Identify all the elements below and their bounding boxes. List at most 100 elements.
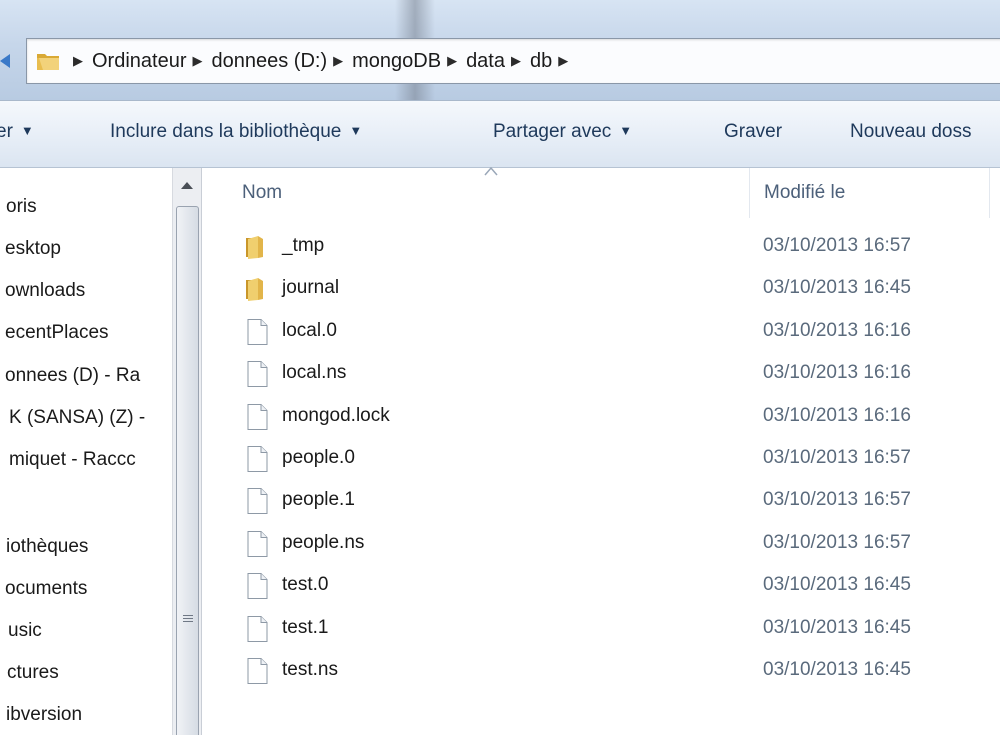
nav-item-label: K (SANSA) (Z) - [9,407,146,428]
file-row[interactable]: test.0 03/10/2013 16:45 [202,565,1000,607]
chevron-right-icon[interactable]: ▶ [333,55,343,68]
nav-item-miquet-shortcut[interactable]: miquet - Raccc [0,443,172,479]
file-modified-date: 03/10/2013 16:45 [763,616,911,638]
file-row[interactable]: test.ns 03/10/2013 16:45 [202,650,1000,692]
organize-label: er [0,121,13,142]
file-modified-date: 03/10/2013 16:57 [763,235,911,256]
dropdown-caret-icon: ▼ [619,123,633,138]
nav-item-desktop[interactable]: esktop [0,232,172,268]
nav-item-label: ocuments [5,578,88,599]
file-icon [244,403,270,431]
file-name: people.0 [282,447,355,468]
chevron-right-icon[interactable]: ▶ [73,55,83,68]
file-name: local.ns [282,362,347,384]
nav-item-label: ibversion [6,704,83,725]
include-library-label: Inclure dans la bibliothèque [110,121,342,142]
file-modified-date: 03/10/2013 16:57 [763,531,911,553]
nav-item-favorites[interactable]: oris [0,190,172,226]
breadcrumb-mongodb[interactable]: mongoDB [352,50,441,73]
nav-item-label: oris [6,196,37,217]
column-header-next[interactable] [989,168,1000,218]
breadcrumb-donnees[interactable]: donnees (D:) [212,50,328,73]
nav-item-donnees-shortcut[interactable]: onnees (D) - Ra [0,359,172,395]
folder-icon [244,275,270,303]
command-bar: er ▼ Inclure dans la bibliothèque ▼ Partag… [0,100,1000,168]
column-header-name-label: Nom [242,182,283,203]
scroll-up-arrow-icon[interactable] [176,170,198,200]
dropdown-caret-icon: ▼ [349,123,363,138]
file-modified-date: 03/10/2013 16:57 [763,489,911,511]
breadcrumb-db[interactable]: db [530,50,552,73]
chevron-right-icon[interactable]: ▶ [193,55,203,68]
file-icon [244,445,270,473]
file-row[interactable]: local.0 03/10/2013 16:16 [202,311,1000,353]
nav-scrollbar[interactable] [172,168,202,735]
file-modified-date: 03/10/2013 16:16 [763,362,911,384]
nav-item-label: usic [8,620,42,641]
nav-item-libraries[interactable]: iothèques [0,530,172,566]
file-name: test.0 [282,574,329,596]
nav-item-subversion[interactable]: ibversion [0,698,172,734]
burn-label: Graver [724,121,783,142]
nav-item-sansa-shortcut[interactable]: K (SANSA) (Z) - [0,401,172,437]
address-bar[interactable]: ▶ Ordinateur ▶ donnees (D:) ▶ mongoDB ▶ … [26,38,1000,84]
file-name: local.0 [282,319,337,341]
scroll-thumb[interactable] [176,206,199,735]
window-titlebar: ▶ Ordinateur ▶ donnees (D:) ▶ mongoDB ▶ … [0,0,1000,100]
burn-button[interactable]: Graver [724,121,782,143]
nav-item-recent-places[interactable]: ecentPlaces [0,316,172,352]
file-row[interactable]: mongod.lock 03/10/2013 16:16 [202,396,1000,438]
file-row[interactable]: test.1 03/10/2013 16:45 [202,608,1000,650]
file-row[interactable]: local.ns 03/10/2013 16:16 [202,353,1000,395]
file-modified-date: 03/10/2013 16:16 [763,319,911,341]
file-name: mongod.lock [282,404,390,426]
chevron-right-icon[interactable]: ▶ [558,55,568,68]
file-modified-date: 03/10/2013 16:45 [763,574,911,596]
file-row[interactable]: people.0 03/10/2013 16:57 [202,438,1000,480]
file-icon [244,657,270,685]
file-name: test.1 [282,616,329,638]
nav-item-label: esktop [5,238,61,259]
share-with-button[interactable]: Partager avec ▼ [493,121,632,143]
file-icon [244,572,270,600]
column-header-name[interactable]: Nom [202,166,749,218]
chevron-right-icon[interactable]: ▶ [511,55,521,68]
share-with-label: Partager avec [493,121,612,142]
file-row[interactable]: people.ns 03/10/2013 16:57 [202,523,1000,565]
nav-arrow-icon[interactable] [0,52,12,70]
file-name: people.ns [282,531,365,553]
file-icon [244,360,270,388]
file-icon [244,530,270,558]
file-name: people.1 [282,489,355,511]
nav-item-downloads[interactable]: ownloads [0,274,172,310]
organize-button[interactable]: er ▼ [0,121,34,143]
file-icon [244,487,270,515]
file-row[interactable]: journal 03/10/2013 16:45 [202,268,1000,310]
nav-item-label: iothèques [6,536,89,557]
nav-item-music[interactable]: usic [0,614,172,650]
navigation-pane: oris esktop ownloads ecentPlaces onnees … [0,168,172,735]
include-library-button[interactable]: Inclure dans la bibliothèque ▼ [110,121,362,143]
file-name: journal [282,277,340,299]
file-modified-date: 03/10/2013 16:45 [763,277,911,299]
column-header-modified-label: Modifié le [764,182,846,203]
file-row[interactable]: people.1 03/10/2013 16:57 [202,480,1000,522]
column-header-modified[interactable]: Modifié le [749,168,989,218]
nav-item-pictures[interactable]: ctures [0,656,172,692]
sort-ascending-icon [484,166,498,176]
new-folder-label: Nouveau doss [850,121,972,142]
file-modified-date: 03/10/2013 16:57 [763,447,911,468]
nav-item-label: onnees (D) - Ra [5,365,141,386]
file-icon [244,615,270,643]
file-name: _tmp [282,235,325,256]
breadcrumb-ordinateur[interactable]: Ordinateur [92,50,187,73]
file-name: test.ns [282,659,338,680]
breadcrumb-data[interactable]: data [466,50,505,73]
new-folder-button[interactable]: Nouveau doss [850,121,971,143]
chevron-right-icon[interactable]: ▶ [447,55,457,68]
file-row[interactable]: _tmp 03/10/2013 16:57 [202,226,1000,268]
nav-item-documents[interactable]: ocuments [0,572,172,608]
folder-icon [37,54,59,70]
grip-icon [183,615,193,625]
folder-icon [244,233,270,261]
